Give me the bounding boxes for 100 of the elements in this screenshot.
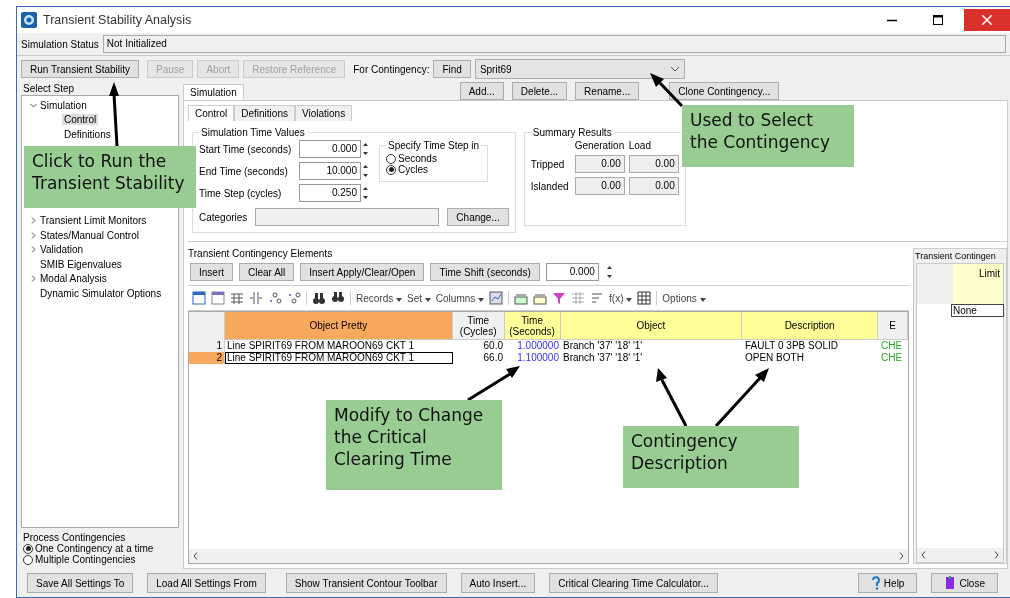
group-title: Transient Contingency Elements [188, 248, 334, 259]
footer-button[interactable]: Save All Settings To [27, 573, 134, 593]
tree-item[interactable]: Modal Analysis [38, 273, 109, 285]
column-header[interactable]: Object Pretty [225, 312, 453, 340]
element-button[interactable]: Time Shift (seconds) [430, 263, 540, 281]
tab[interactable]: Definitions [234, 105, 295, 121]
tree-item[interactable]: States/Manual Control [38, 229, 141, 241]
binoculars-icon[interactable] [312, 291, 326, 305]
tree-item[interactable]: Dynamic Simulator Options [38, 287, 164, 299]
scroll-right-icon[interactable] [899, 552, 904, 560]
status-field: Not Initialized [102, 35, 1006, 53]
categories-field[interactable] [255, 208, 440, 226]
column-header[interactable]: Limit [953, 264, 1003, 304]
action-button[interactable]: Run Transient Stability [21, 60, 140, 78]
caret-icon [424, 297, 431, 302]
table-cell-text: FAULT 0 3PB SOLID [744, 340, 839, 352]
spin-buttons[interactable] [361, 162, 370, 180]
contingency-button[interactable]: Delete... [511, 82, 568, 100]
scroll-left-icon[interactable] [193, 552, 198, 560]
row-number[interactable]: 2 [189, 352, 225, 364]
decimal-icon[interactable] [268, 291, 282, 305]
contingency-button[interactable]: Rename... [575, 82, 640, 100]
column-header[interactable]: Object [560, 312, 743, 340]
grid-corner [917, 264, 953, 304]
help-button[interactable]: Help [857, 573, 918, 593]
funnel-icon[interactable] [552, 291, 567, 305]
scroll-right-icon[interactable] [994, 551, 999, 559]
contingency-button[interactable]: Clone Contingency... [669, 82, 780, 100]
arrow [109, 82, 119, 147]
table-cell-text: 1.100000 [516, 352, 560, 364]
toolbar-menu[interactable]: Columns [435, 292, 485, 304]
tree-item[interactable]: Transient Limit Monitors [38, 215, 149, 227]
table-cell-text: CHE [880, 352, 904, 364]
tree-item[interactable]: Definitions [62, 128, 113, 140]
footer-button[interactable]: Critical Clearing Time Calculator... [549, 573, 718, 593]
table-cell-text: 60.0 [482, 340, 504, 352]
toolbar-menu[interactable]: f(x) [609, 292, 633, 304]
element-button[interactable]: Clear All [239, 263, 295, 281]
group-title: Specify Time Step in [387, 140, 481, 151]
find-button[interactable]: Find [433, 60, 471, 78]
footer-button[interactable]: Show Transient Contour Toolbar [285, 573, 447, 593]
radio-label: Cycles [398, 164, 428, 175]
tree-item[interactable]: SMIB Eigenvalues [38, 258, 124, 270]
tree-item[interactable]: Validation [38, 244, 86, 256]
table-icon[interactable] [192, 291, 206, 305]
grid-icon[interactable] [230, 291, 244, 305]
number-field[interactable]: 0.250 [299, 184, 361, 202]
row-label: Islanded [530, 180, 570, 192]
number-field[interactable]: 10.000 [299, 162, 361, 180]
contingency-button[interactable]: Add... [459, 82, 504, 100]
decimal-icon[interactable] [287, 291, 301, 305]
readonly-field: 0.00 [574, 155, 625, 173]
status-label: Simulation Status [21, 38, 99, 50]
scroll-left-icon[interactable] [921, 551, 926, 559]
table-icon[interactable] [211, 291, 225, 305]
column-header[interactable]: Time (Cycles) [452, 312, 505, 340]
tab[interactable]: Control [188, 105, 235, 121]
radio-button[interactable] [386, 153, 396, 164]
tab[interactable]: Violations [294, 105, 353, 121]
radio-button[interactable] [23, 543, 33, 554]
number-field[interactable]: 0.000 [545, 263, 599, 281]
radio-button[interactable] [386, 164, 396, 175]
element-button[interactable]: Insert [190, 263, 233, 281]
spin-buttons[interactable] [361, 184, 370, 202]
readonly-field: 0.00 [628, 155, 679, 173]
maximize-icon[interactable] [933, 15, 943, 25]
binoculars-icon[interactable] [331, 291, 345, 305]
tree-item[interactable]: Simulation [38, 99, 89, 111]
door-icon [944, 576, 957, 590]
tree-item[interactable]: Control [62, 114, 99, 126]
row-number[interactable]: 1 [189, 340, 225, 352]
readonly-field: 0.00 [574, 177, 625, 195]
close-window-button[interactable]: Close [931, 573, 998, 593]
radio-button[interactable] [23, 554, 33, 565]
footer-button[interactable]: Auto Insert... [460, 573, 536, 593]
chart-icon[interactable] [489, 291, 504, 305]
toolbar-menu[interactable]: Options [662, 292, 706, 304]
arrow [714, 368, 769, 427]
callout-note: Modify to Change the Critical Clearing Time [326, 400, 502, 490]
table-cell-text: 1.000000 [516, 340, 560, 352]
spin-buttons[interactable] [361, 140, 370, 158]
toolbar-menu[interactable]: Set [407, 292, 431, 304]
app-icon [21, 12, 37, 28]
callout-note: Click to Run the Transient Stability [24, 146, 196, 208]
footer-button[interactable]: Load All Settings From [147, 573, 266, 593]
column-header[interactable]: Description [742, 312, 879, 340]
contingency-dropdown[interactable]: Sprit69 [474, 59, 685, 79]
panel-title: Transient Contingen [914, 250, 997, 263]
minimize-icon[interactable] [887, 18, 897, 22]
number-field[interactable]: 0.000 [299, 140, 361, 158]
grid-icon[interactable] [637, 291, 652, 305]
column-header[interactable]: E [878, 312, 908, 340]
element-button[interactable]: Insert Apply/Clear/Open [300, 263, 425, 281]
spin-buttons[interactable] [604, 263, 614, 281]
group-title: Process Contingencies [23, 532, 127, 543]
tab[interactable]: Simulation [183, 84, 244, 100]
change-button[interactable]: Change... [447, 208, 509, 226]
toolbar-menu[interactable]: Records [356, 292, 403, 304]
chevron-down-icon [669, 66, 680, 72]
column-header[interactable]: Time (Seconds) [504, 312, 561, 340]
